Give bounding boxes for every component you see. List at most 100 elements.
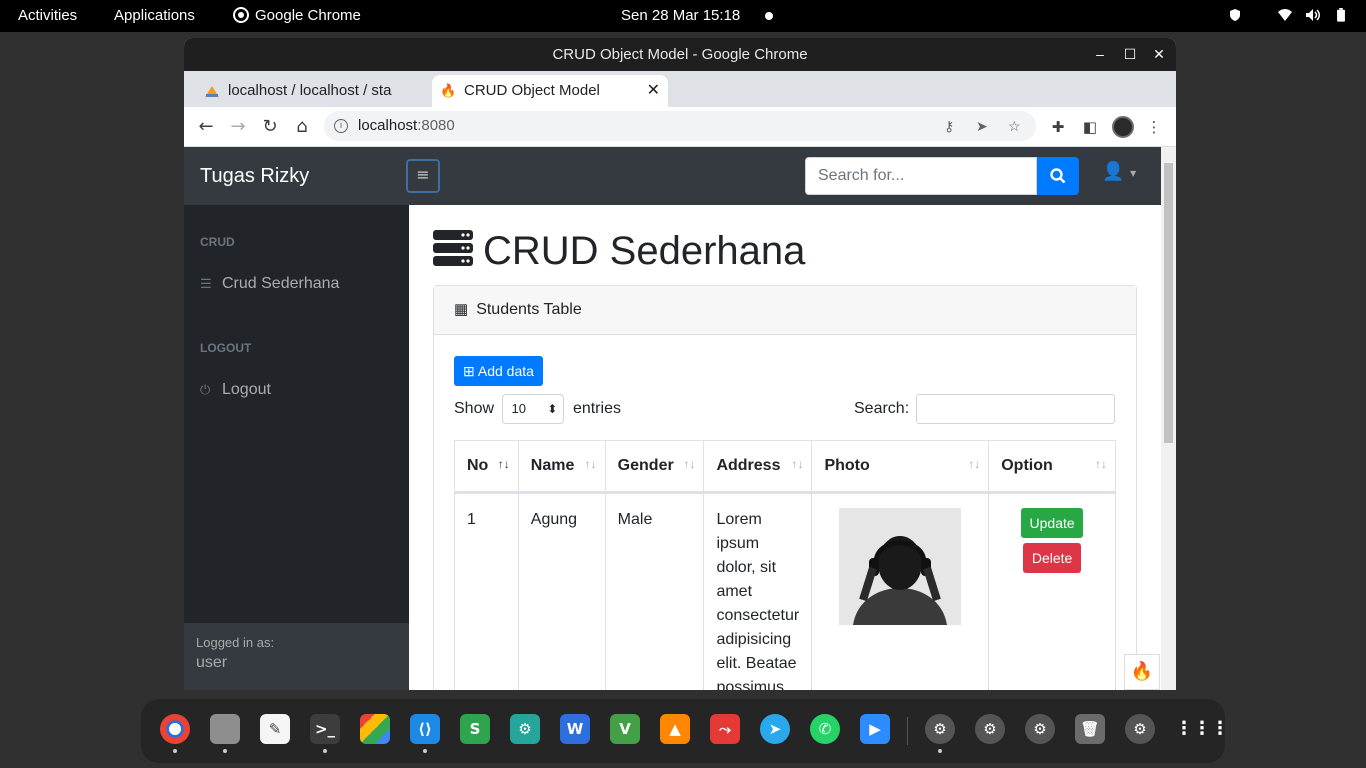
app-name: Google Chrome	[255, 7, 361, 24]
cell-name: Agung	[517, 492, 606, 690]
files-dock-icon[interactable]	[210, 714, 240, 744]
entries-select[interactable]: 10	[502, 394, 565, 424]
maximize-button[interactable]: ☐	[1116, 38, 1144, 71]
reload-button[interactable]: ↻	[256, 113, 284, 141]
sidebar-heading-crud: CRUD	[200, 235, 235, 249]
sidebar-item-logout[interactable]: ⏻ Logout	[200, 381, 271, 399]
key-icon[interactable]: ⚷	[944, 111, 954, 141]
user-icon: 👤	[1102, 161, 1125, 182]
vlc-dock-icon[interactable]: ▲	[660, 714, 690, 744]
bookmark-star-icon[interactable]: ☆	[1008, 111, 1021, 141]
site-info-icon[interactable]: i	[334, 119, 348, 133]
notification-dot	[765, 12, 773, 20]
wps-dock-icon[interactable]: W	[560, 714, 590, 744]
chrome-app-indicator[interactable]: Google Chrome	[233, 0, 361, 32]
shield-icon[interactable]	[1228, 8, 1242, 22]
extensions-icon[interactable]: ✚	[1048, 117, 1068, 137]
volume-icon[interactable]	[1305, 8, 1321, 22]
update-button[interactable]: Update	[1021, 508, 1084, 538]
terminal-dock-icon[interactable]: >_	[310, 714, 340, 744]
entries-label: entries	[572, 400, 621, 418]
software-center-dock-icon[interactable]	[360, 714, 390, 744]
browser-toolbar: ← → ↻ ⌂ i localhost:8080 ⚷ ➤ ☆ ✚ ◧ ⋮	[184, 107, 1176, 147]
cell-option: Update Delete	[988, 492, 1116, 690]
text-editor-dock-icon[interactable]: ✎	[260, 714, 290, 744]
app-navbar: Tugas Rizky ≡ Search for... 👤 ▾	[184, 147, 1161, 205]
tab-strip: localhost / localhost / sta 🔥 CRUD Objec…	[184, 71, 1176, 135]
settings-dock-icon[interactable]: ⚙	[925, 714, 955, 744]
user-dropdown[interactable]: 👤 ▾	[1102, 161, 1136, 182]
show-apps-grid-icon[interactable]: ⋮⋮⋮	[1175, 714, 1229, 744]
chrome-menu-icon[interactable]: ⋮	[1144, 117, 1164, 137]
running-indicator	[323, 749, 327, 753]
page-title: CRUD Sederhana	[433, 229, 805, 274]
window-title: CRUD Object Model - Google Chrome	[552, 46, 808, 63]
search-button[interactable]	[1037, 157, 1079, 195]
codeigniter-debug-toolbar-icon[interactable]: 🔥	[1124, 654, 1160, 690]
add-data-label: Add data	[477, 363, 534, 379]
add-data-button[interactable]: ⊞ Add data	[454, 356, 543, 386]
zoom-dock-icon[interactable]: ▶	[860, 714, 890, 744]
column-header-photo[interactable]: Photo ↑↓	[811, 440, 990, 494]
scrollbar-thumb[interactable]	[1164, 163, 1173, 443]
logged-in-user: user	[196, 654, 228, 671]
sidebar-item-crud-sederhana[interactable]: ☰ Crud Sederhana	[200, 275, 339, 293]
column-header-option[interactable]: Option ↑↓	[988, 440, 1116, 494]
wifi-icon[interactable]	[1277, 8, 1293, 22]
battery-icon[interactable]	[1336, 8, 1346, 22]
tab-phpmyadmin[interactable]: localhost / localhost / sta	[196, 75, 432, 107]
table-search-input[interactable]	[916, 394, 1115, 424]
search-icon	[1050, 168, 1066, 184]
remote-dock-icon[interactable]: ⤳	[710, 714, 740, 744]
vim-dock-icon[interactable]: V	[610, 714, 640, 744]
column-header-address[interactable]: Address ↑↓	[703, 440, 813, 494]
table-icon: ▦	[454, 301, 469, 318]
url-host: localhost	[358, 117, 418, 134]
table-row: 1 Agung Male Lorem ipsum dolor, sit amet…	[454, 492, 1116, 690]
address-bar[interactable]: i localhost:8080 ⚷ ➤ ☆	[324, 111, 1036, 141]
tab-label: localhost / localhost / sta	[228, 82, 392, 99]
url-text: localhost:8080	[358, 111, 455, 141]
forward-button[interactable]: →	[224, 113, 252, 141]
page-scrollbar[interactable]	[1161, 147, 1176, 690]
person-headphones-image	[839, 508, 962, 625]
card-title: Students Table	[476, 301, 582, 318]
settings-dock-icon-4[interactable]: ⚙	[1125, 714, 1155, 744]
vscode-dock-icon[interactable]: ⟨⟩	[410, 714, 440, 744]
profile-avatar[interactable]	[1112, 116, 1134, 138]
students-table: No ↑↓ Name ↑↓ Gender ↑↓ Address ↑↓ Photo ↑↓ O…	[454, 440, 1116, 690]
sublime-dock-icon[interactable]: S	[460, 714, 490, 744]
column-header-gender[interactable]: Gender ↑↓	[604, 440, 705, 494]
send-icon[interactable]: ➤	[976, 111, 988, 141]
sort-icon: ↑↓	[584, 457, 597, 471]
sort-icon: ↑↓	[968, 457, 981, 471]
tab-crud-object-model[interactable]: 🔥 CRUD Object Model ✕	[432, 75, 668, 107]
search-input[interactable]: Search for...	[805, 157, 1037, 195]
settings-dock-icon-2[interactable]: ⚙	[975, 714, 1005, 744]
clock[interactable]: Sen 28 Mar 15:18	[621, 0, 740, 32]
side-panel-icon[interactable]: ◧	[1080, 117, 1100, 137]
close-window-button[interactable]: ✕	[1145, 38, 1173, 71]
sidebar-footer: Logged in as: user	[184, 623, 409, 690]
whatsapp-dock-icon[interactable]: ✆	[810, 714, 840, 744]
header-label: No	[467, 457, 489, 474]
activities-button[interactable]: Activities	[18, 0, 77, 32]
column-header-no[interactable]: No ↑↓	[454, 440, 519, 494]
window-titlebar: CRUD Object Model - Google Chrome – ☐ ✕	[184, 38, 1176, 71]
trash-dock-icon[interactable]: 🗑	[1075, 714, 1105, 744]
applications-menu[interactable]: Applications	[114, 0, 195, 32]
settings-dock-icon-3[interactable]: ⚙	[1025, 714, 1055, 744]
url-port: :8080	[417, 117, 455, 134]
home-button[interactable]: ⌂	[288, 113, 316, 141]
close-tab-icon[interactable]: ✕	[647, 75, 660, 107]
delete-button[interactable]: Delete	[1023, 543, 1082, 573]
chrome-dock-icon[interactable]	[160, 714, 190, 744]
telegram-dock-icon[interactable]: ➤	[760, 714, 790, 744]
brand[interactable]: Tugas Rizky	[200, 147, 309, 205]
settings-tool-dock-icon[interactable]: ⚙	[510, 714, 540, 744]
back-button[interactable]: ←	[192, 113, 220, 141]
minimize-button[interactable]: –	[1086, 38, 1114, 71]
sidebar-toggle-button[interactable]: ≡	[406, 159, 440, 193]
sort-icon: ↑↓	[497, 457, 510, 471]
column-header-name[interactable]: Name ↑↓	[517, 440, 606, 494]
